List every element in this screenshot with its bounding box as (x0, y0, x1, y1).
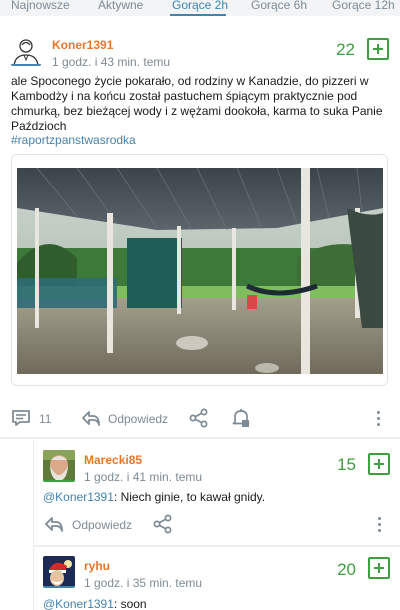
comment-author[interactable]: ryhu (84, 559, 110, 573)
post-author[interactable]: Koner1391 (52, 38, 113, 52)
post-photo[interactable] (17, 168, 383, 374)
reply-arrow-icon[interactable] (81, 409, 101, 427)
comment-marecki85: Marecki85 1 godz. i 41 min. temu 15 @Kon… (33, 440, 400, 544)
comment-time: 1 godz. i 41 min. temu (84, 470, 203, 484)
upvote-plus-button[interactable] (367, 38, 389, 60)
share-icon[interactable] (189, 408, 209, 428)
tab-hot-6h[interactable]: Gorące 6h (251, 0, 307, 12)
comment-count: 11 (39, 412, 52, 426)
divider (33, 545, 400, 547)
post-hashtag[interactable]: #raportzpanstwasrodka (11, 133, 136, 147)
comment-text: @Koner1391: Niech ginie, to kawał gnidy. (43, 490, 265, 504)
comment-ryhu: ryhu 1 godz. i 35 min. temu 20 @Koner139… (33, 548, 400, 610)
comment-body: : soon (113, 597, 147, 610)
post-image-card[interactable] (11, 154, 388, 386)
user-photo-avatar-icon (43, 450, 75, 480)
reply-arrow-icon[interactable] (44, 515, 64, 533)
post-time: 1 godz. i 43 min. temu (52, 55, 171, 69)
reply-button[interactable]: Odpowiedz (108, 412, 168, 426)
default-avatar-icon (11, 36, 41, 64)
comment-score: 20 (337, 560, 356, 579)
reply-button[interactable]: Odpowiedz (72, 518, 132, 532)
tab-active[interactable]: Aktywne (98, 0, 143, 12)
more-options-icon[interactable] (378, 517, 382, 535)
post-score: 22 (336, 40, 355, 59)
avatar[interactable] (11, 36, 41, 66)
tab-hot-12h[interactable]: Gorące 12h (332, 0, 395, 12)
post-body: ale Spoconego życie pokarało, od rodziny… (11, 74, 383, 133)
comment-score: 15 (337, 455, 356, 474)
comment-author[interactable]: Marecki85 (84, 453, 142, 467)
santa-avatar-icon (43, 556, 75, 586)
entry-post: Koner1391 1 godz. i 43 min. temu 22 ale … (0, 16, 400, 438)
divider (0, 437, 400, 439)
comment-mention[interactable]: @Koner1391 (43, 490, 114, 504)
hot-tabs-bar: Najnowsze Aktywne Gorące 2h Gorące 6h Go… (0, 0, 400, 16)
tab-hot-2h[interactable]: Gorące 2h (172, 0, 228, 12)
comment-time: 1 godz. i 35 min. temu (84, 576, 203, 590)
share-icon[interactable] (153, 514, 173, 534)
shelter-photo (17, 168, 383, 374)
notification-bell-icon[interactable] (231, 408, 251, 428)
upvote-plus-button[interactable] (368, 453, 390, 475)
comment-icon[interactable] (11, 409, 31, 427)
upvote-plus-button[interactable] (368, 557, 390, 579)
comment-body: : Niech ginie, to kawał gnidy. (113, 490, 266, 504)
tab-newest[interactable]: Najnowsze (11, 0, 70, 12)
avatar[interactable] (43, 556, 75, 588)
comment-mention[interactable]: @Koner1391 (43, 597, 114, 610)
avatar[interactable] (43, 450, 75, 482)
more-options-icon[interactable] (377, 411, 381, 429)
comment-text: @Koner1391: soon (43, 597, 147, 610)
